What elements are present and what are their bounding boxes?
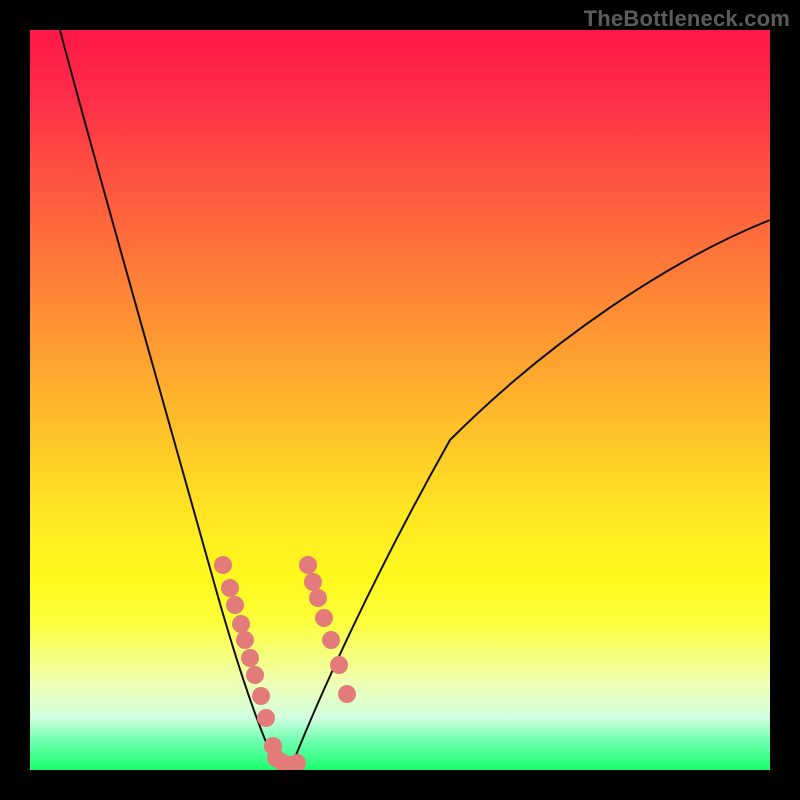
data-point	[338, 685, 356, 703]
data-point	[252, 687, 270, 705]
data-point	[309, 589, 327, 607]
data-point	[221, 579, 239, 597]
data-point	[257, 709, 275, 727]
watermark-text: TheBottleneck.com	[584, 6, 790, 32]
plot-area	[30, 30, 770, 770]
right-limb-curve	[292, 220, 770, 765]
data-point	[226, 596, 244, 614]
data-point	[232, 615, 250, 633]
curve-layer	[30, 30, 770, 770]
data-point	[322, 631, 340, 649]
data-point	[299, 556, 317, 574]
data-point	[246, 666, 264, 684]
data-point	[330, 656, 348, 674]
chart-frame: TheBottleneck.com	[0, 0, 800, 800]
data-point	[315, 609, 333, 627]
data-points	[214, 556, 356, 770]
data-point	[214, 556, 232, 574]
data-point	[236, 631, 254, 649]
data-point	[241, 649, 259, 667]
data-point	[304, 573, 322, 591]
